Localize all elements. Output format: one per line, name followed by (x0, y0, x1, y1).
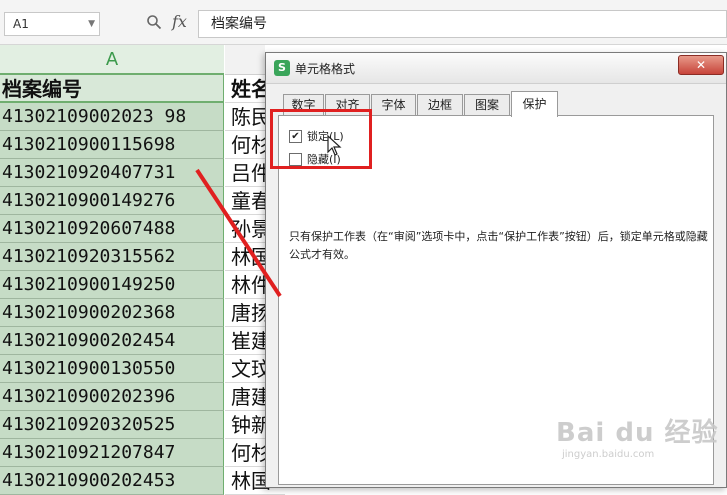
tab-pattern[interactable]: 图案 (464, 94, 510, 116)
cell-archive-id[interactable]: 4130210920407731 (0, 159, 224, 187)
cell-archive-id[interactable]: 4130210920315562 (0, 243, 224, 271)
formula-bar: A1 ▼ fx 档案编号 (0, 0, 727, 45)
dialog-title: 单元格格式 (295, 62, 356, 76)
formula-input[interactable]: 档案编号 (198, 10, 727, 38)
column-header-a[interactable]: A (0, 45, 224, 75)
name-box[interactable]: A1 ▼ (4, 12, 100, 36)
cell-archive-id[interactable]: 4130210900202453 (0, 467, 224, 495)
cell-archive-id[interactable]: 41302109002023 98 (0, 103, 224, 131)
cell-archive-id[interactable]: 4130210920320525 (0, 411, 224, 439)
protection-description: 只有保护工作表（在“审阅”选项卡中，点击“保护工作表”按钮）后，锁定单元格或隐藏… (289, 230, 708, 261)
cell-archive-id[interactable]: 4130210920607488 (0, 215, 224, 243)
mouse-cursor-icon (327, 134, 343, 162)
magnifier-icon[interactable] (146, 14, 162, 34)
cell-archive-id[interactable]: 4130210900149250 (0, 271, 224, 299)
red-highlight-box (270, 109, 372, 169)
cell-archive-id[interactable]: 4130210900149276 (0, 187, 224, 215)
fx-icon[interactable]: fx (172, 12, 187, 31)
cell-a1[interactable]: 档案编号 (0, 75, 224, 103)
tab-border[interactable]: 边框 (417, 94, 463, 116)
cell-archive-id[interactable]: 4130210900202368 (0, 299, 224, 327)
name-box-value: A1 (13, 17, 29, 31)
cell-archive-id[interactable]: 4130210900115698 (0, 131, 224, 159)
cell-archive-id[interactable]: 4130210921207847 (0, 439, 224, 467)
dialog-titlebar[interactable]: S 单元格格式 ✕ (266, 53, 726, 84)
column-header-b[interactable] (225, 45, 265, 75)
cell-archive-id[interactable]: 4130210900202396 (0, 383, 224, 411)
tab-protection[interactable]: 保护 (511, 91, 558, 117)
cell-archive-id[interactable]: 4130210900202454 (0, 327, 224, 355)
wps-app-icon: S (274, 60, 290, 76)
cell-archive-id[interactable]: 4130210900130550 (0, 355, 224, 383)
chevron-down-icon[interactable]: ▼ (88, 13, 95, 35)
baidu-watermark: Bai du 经验 jingyan.baidu.com (556, 418, 719, 460)
tab-font[interactable]: 字体 (371, 94, 416, 116)
close-button[interactable]: ✕ (678, 55, 724, 75)
